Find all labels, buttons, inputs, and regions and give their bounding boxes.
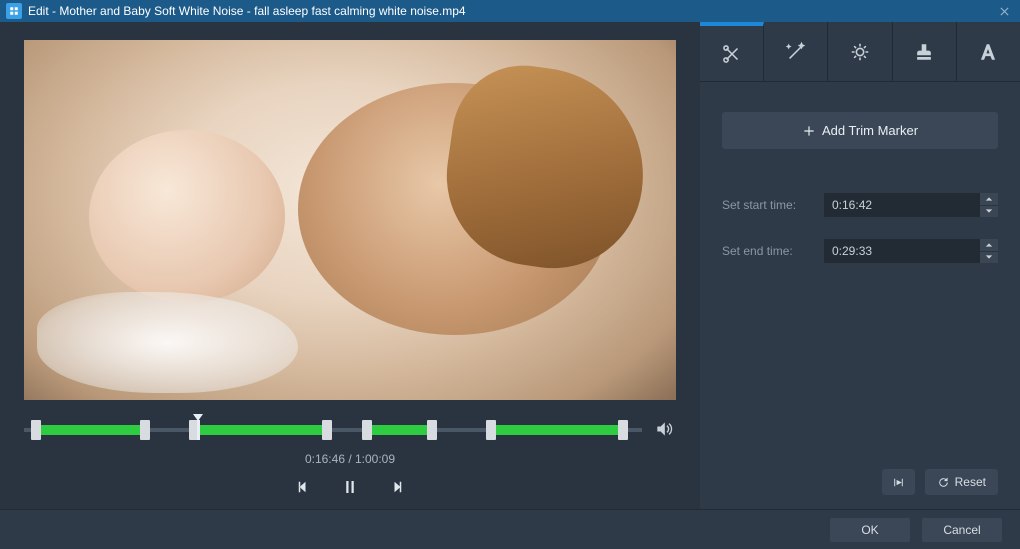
end-time-value[interactable]: 0:29:33 [824,239,980,263]
start-time-spinner: 0:16:42 [824,193,998,217]
dialog-footer: OK Cancel [0,509,1020,549]
timeline-row [24,418,676,442]
video-pane: 0:16:46 / 1:00:09 [0,22,700,509]
timeline-segment[interactable] [194,425,327,435]
start-time-down[interactable] [980,206,998,218]
end-time-label: Set end time: [722,244,812,258]
segment-end-handle[interactable] [140,420,150,440]
playhead[interactable] [197,420,200,440]
transport-controls [24,478,676,499]
time-readout: 0:16:46 / 1:00:09 [24,452,676,466]
tool-tabs [700,22,1020,82]
magic-wand-icon [785,41,807,63]
reset-label: Reset [955,475,986,489]
add-trim-marker-label: Add Trim Marker [822,123,918,138]
reset-button[interactable]: Reset [925,469,998,495]
pause-button[interactable] [341,478,359,499]
segment-end-handle[interactable] [322,420,332,440]
tab-effects[interactable] [764,22,828,81]
end-time-up[interactable] [980,239,998,252]
start-time-label: Set start time: [722,198,812,212]
plus-icon [802,124,816,138]
timeline-segment[interactable] [491,425,624,435]
end-time-row: Set end time: 0:29:33 [722,239,998,263]
trim-panel: Add Trim Marker Set start time: 0:16:42 … [700,82,1020,273]
scissors-icon [721,43,743,65]
window-title-filename: Mother and Baby Soft White Noise - fall … [59,4,465,18]
main-area: 0:16:46 / 1:00:09 [0,22,1020,509]
stamp-icon [913,41,935,63]
start-time-up[interactable] [980,193,998,206]
tab-adjust[interactable] [828,22,892,81]
reset-icon [937,476,950,489]
window-title-prefix: Edit [28,4,49,18]
window-titlebar: Edit - Mother and Baby Soft White Noise … [0,0,1020,22]
play-selection-button[interactable] [882,469,915,495]
play-bracket-icon [892,476,905,489]
end-time-spinner: 0:29:33 [824,239,998,263]
timeline-segment[interactable] [36,425,144,435]
timeline[interactable] [24,418,642,442]
volume-icon[interactable] [654,419,676,442]
timeline-segment[interactable] [367,425,432,435]
tab-trim[interactable] [700,22,764,81]
text-icon [977,41,999,63]
brightness-icon [849,41,871,63]
tab-watermark[interactable] [893,22,957,81]
cancel-button[interactable]: Cancel [922,518,1002,542]
close-button[interactable] [994,1,1014,21]
add-trim-marker-button[interactable]: Add Trim Marker [722,112,998,149]
start-time-row: Set start time: 0:16:42 [722,193,998,217]
side-panel: Add Trim Marker Set start time: 0:16:42 … [700,22,1020,509]
segment-start-handle[interactable] [362,420,372,440]
side-bottom-actions: Reset [700,469,1020,509]
segment-end-handle[interactable] [618,420,628,440]
segment-start-handle[interactable] [486,420,496,440]
app-icon [6,3,22,19]
start-time-value[interactable]: 0:16:42 [824,193,980,217]
prev-frame-button[interactable] [295,478,313,499]
end-time-down[interactable] [980,252,998,264]
segment-end-handle[interactable] [427,420,437,440]
ok-button[interactable]: OK [830,518,910,542]
next-frame-button[interactable] [387,478,405,499]
tab-text[interactable] [957,22,1020,81]
video-preview[interactable] [24,40,676,400]
segment-start-handle[interactable] [31,420,41,440]
